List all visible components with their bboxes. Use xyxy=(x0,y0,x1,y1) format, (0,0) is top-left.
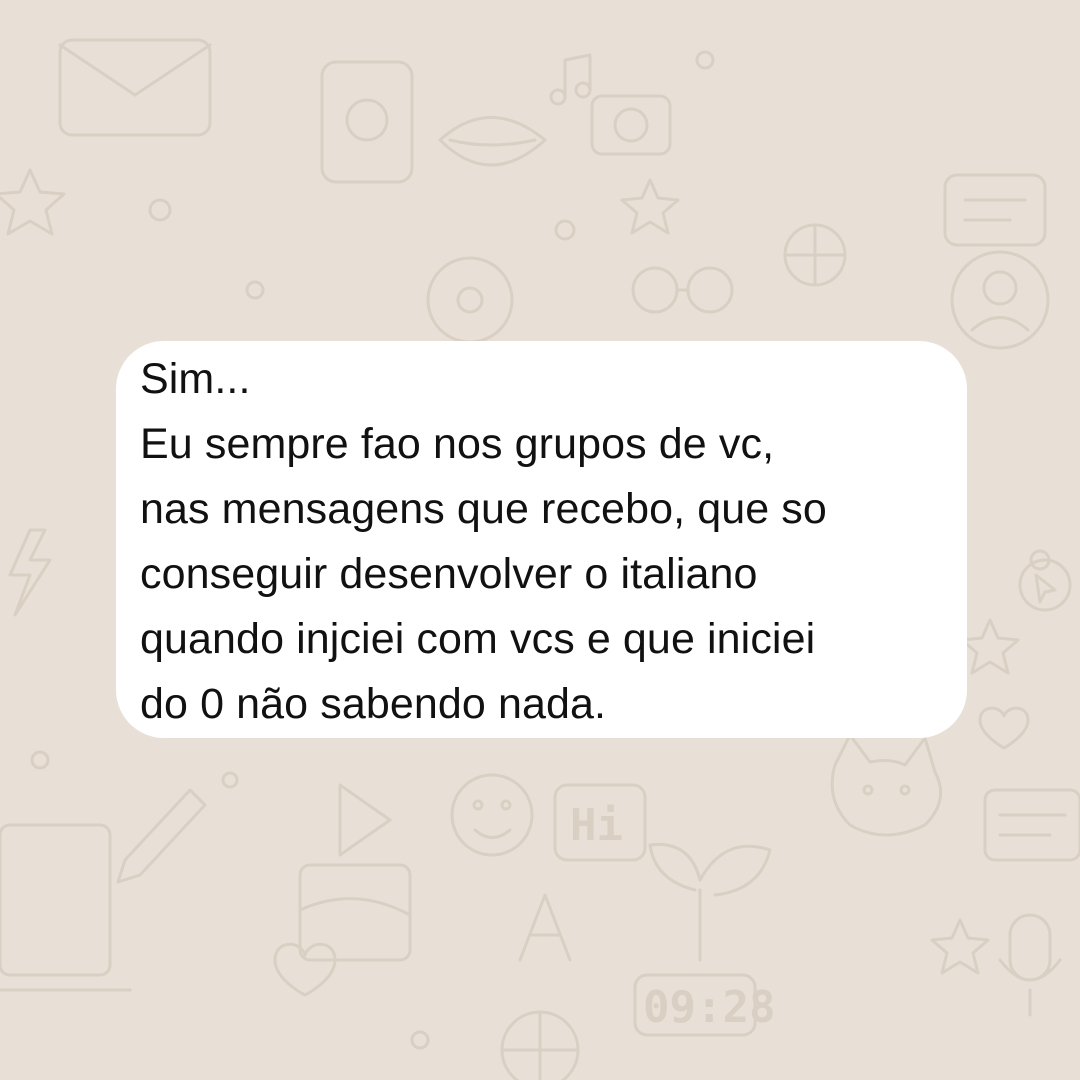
lightning-doodle-icon xyxy=(8,528,52,617)
star-doodle-icon xyxy=(930,918,990,975)
heart-doodle-icon xyxy=(273,942,337,997)
disc-doodle-icon xyxy=(426,256,514,344)
chat-bubble-doodle-icon xyxy=(943,173,1047,247)
ball-doodle-icon xyxy=(783,223,847,287)
star-doodle-icon xyxy=(620,178,680,235)
music-note-doodle-icon xyxy=(549,53,592,106)
play-doodle-icon xyxy=(338,783,392,857)
hi-sign-doodle-icon: Hi xyxy=(553,783,647,862)
heart-doodle-icon xyxy=(978,706,1030,750)
svg-text:Hi: Hi xyxy=(570,800,623,851)
message-line: Sim... xyxy=(140,355,251,403)
message-line: conseguir desenvolver o italiano xyxy=(140,550,758,598)
star-doodle-icon xyxy=(0,168,66,236)
message-line: Eu sempre fao nos grupos de vc, xyxy=(140,420,775,468)
pencil-doodle-icon xyxy=(116,788,207,884)
message-line: do 0 não sabendo nada. xyxy=(140,680,607,728)
laptop-doodle-icon xyxy=(0,823,132,992)
message-line: nas mensagens que recebo, que so xyxy=(140,485,827,533)
envelope-doodle-icon xyxy=(58,38,212,137)
phone-doodle-icon xyxy=(320,60,414,184)
dot-doodle-icon xyxy=(148,198,172,222)
dot-doodle-icon xyxy=(554,219,576,241)
note-doodle-icon xyxy=(983,788,1080,862)
clock-doodle-icon: 09:28 xyxy=(633,973,775,1037)
dot-doodle-icon xyxy=(221,771,239,789)
dot-doodle-icon xyxy=(695,50,715,70)
cat-doodle-icon xyxy=(830,733,943,837)
dot-doodle-icon xyxy=(245,280,265,300)
dot-doodle-icon xyxy=(30,750,50,770)
lips-doodle-icon xyxy=(438,116,547,167)
plant-doodle-icon xyxy=(648,842,772,962)
message-bubble[interactable]: Sim... Eu sempre fao nos grupos de vc, n… xyxy=(116,341,967,738)
star-doodle-icon xyxy=(960,618,1020,675)
user-doodle-icon xyxy=(950,250,1050,350)
dot-doodle-icon xyxy=(410,1030,430,1050)
letter-a-doodle-icon xyxy=(518,893,572,962)
glasses-doodle-icon xyxy=(631,266,734,314)
svg-text:09:28: 09:28 xyxy=(643,982,775,1033)
camera-doodle-icon xyxy=(590,94,672,156)
citrus-doodle-icon xyxy=(500,1010,580,1080)
chat-wallpaper: Hi 09:28 Sim... Eu sempre fao nos grupos… xyxy=(0,0,1080,1080)
mic-doodle-icon xyxy=(998,913,1062,1017)
message-line: quando injciei com vcs e que iniciei xyxy=(140,615,816,663)
smiley-doodle-icon xyxy=(450,773,534,857)
